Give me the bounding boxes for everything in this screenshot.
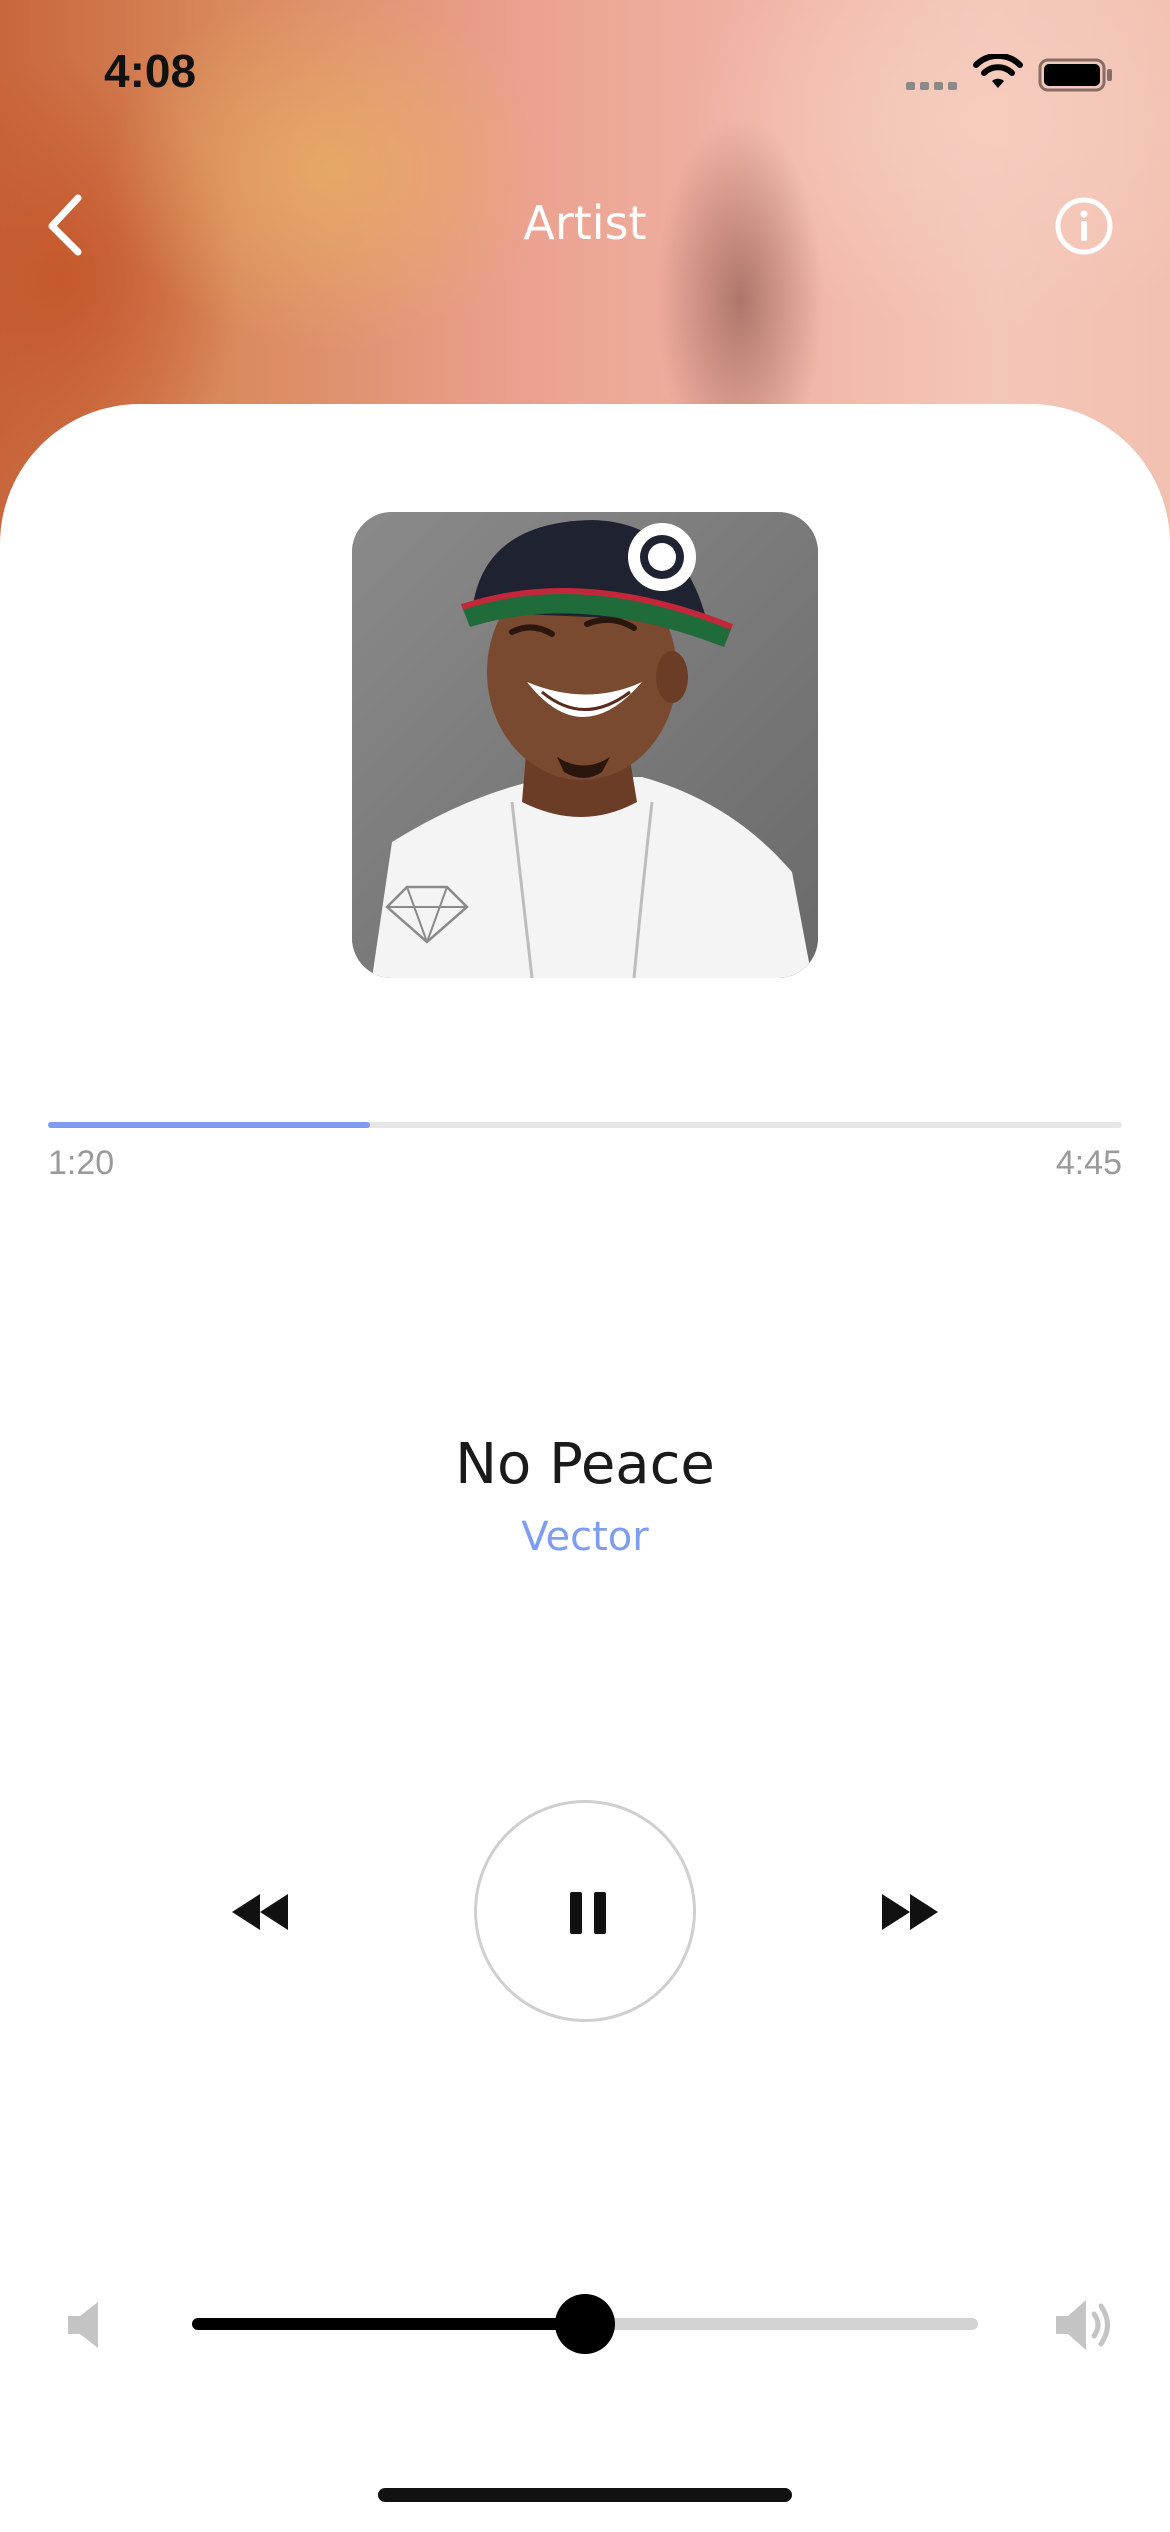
info-circle-icon [1055,197,1113,255]
volume-high-icon[interactable] [1054,2296,1116,2354]
status-bar: 4:08 [0,0,1170,140]
page-title: Artist [523,196,647,250]
pause-button[interactable] [474,1800,696,2022]
home-indicator[interactable] [378,2488,792,2502]
album-art [352,512,818,978]
total-duration: 4:45 [1055,1144,1122,1182]
cellular-signal-icon [906,82,957,90]
song-artist[interactable]: Vector [0,1514,1170,1560]
artist-photo [352,512,818,978]
playback-progress-fill [48,1122,371,1128]
status-time: 4:08 [104,45,197,97]
pause-icon [570,1892,606,1934]
volume-slider-thumb[interactable] [555,2294,615,2354]
rewind-icon [232,1894,288,1930]
battery-icon [1038,58,1112,92]
song-title: No Peace [455,1432,715,1497]
volume-slider[interactable] [192,2294,978,2354]
info-button[interactable] [1054,196,1114,256]
wifi-icon [973,54,1023,88]
volume-low-icon[interactable] [66,2300,106,2350]
rewind-button[interactable] [226,1884,296,1940]
playback-progress-bar[interactable] [48,1122,1122,1128]
volume-slider-fill [192,2318,585,2330]
fast-forward-icon [882,1894,938,1930]
elapsed-time: 1:20 [48,1144,115,1182]
fast-forward-button[interactable] [874,1884,944,1940]
